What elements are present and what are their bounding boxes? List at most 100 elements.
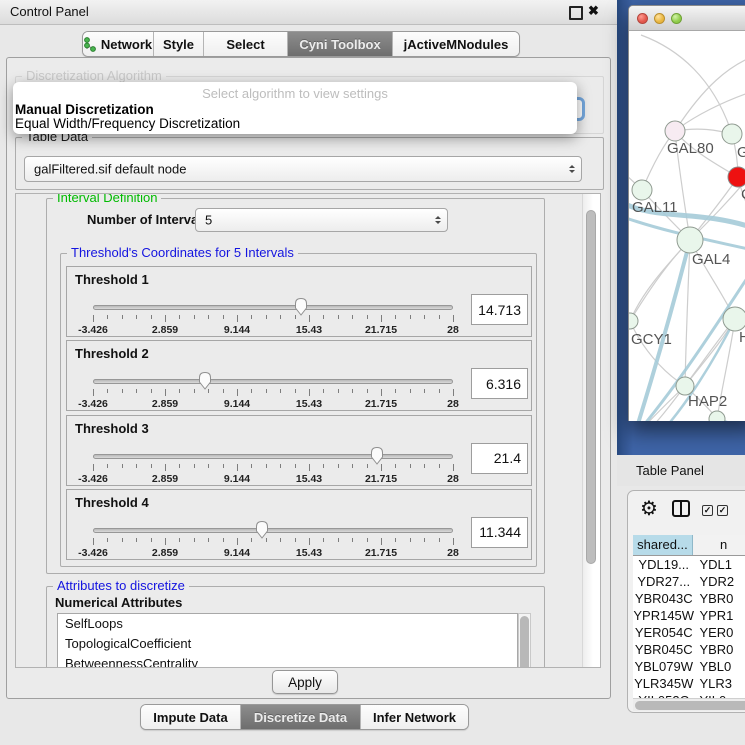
slider-track[interactable]: [93, 528, 453, 533]
horizontal-scrollbar-thumb[interactable]: [635, 701, 745, 710]
tab-label: Discretize Data: [254, 710, 347, 725]
network-node-gal80[interactable]: [665, 121, 685, 141]
algorithm-option[interactable]: Manual Discretization: [15, 102, 154, 117]
cell-shared-name: YBL079W: [633, 658, 694, 675]
threshold-slider[interactable]: -3.4262.8599.14415.4321.71528: [93, 448, 453, 484]
tick-mark: [323, 389, 324, 393]
threshold-value-input[interactable]: [471, 443, 528, 474]
settings-gear-icon[interactable]: ⚙: [640, 496, 658, 522]
tick-mark: [309, 464, 310, 471]
network-window-titlebar[interactable]: [629, 6, 745, 31]
table-row[interactable]: YPR145WYPR1: [633, 607, 745, 624]
zoom-traffic-light-icon[interactable]: [671, 13, 682, 24]
network-node-gal4[interactable]: [677, 227, 703, 253]
tick-label: -3.426: [68, 473, 118, 485]
tick-mark: [395, 538, 396, 542]
table-row[interactable]: YDL19...YDL1: [633, 556, 745, 573]
algorithm-option[interactable]: Equal Width/Frequency Discretization: [15, 116, 240, 131]
tab-network[interactable]: Network: [83, 32, 154, 56]
tick-mark: [439, 538, 440, 542]
table-row[interactable]: YLR345WYLR3: [633, 675, 745, 692]
threshold-slider[interactable]: -3.4262.8599.14415.4321.71528: [93, 373, 453, 409]
tab-cyni-toolbox[interactable]: Cyni Toolbox: [288, 32, 393, 56]
table-row[interactable]: YBR045CYBR0: [633, 641, 745, 658]
slider-track[interactable]: [93, 379, 453, 384]
cell-name: YDR2: [694, 573, 745, 590]
tick-mark: [194, 464, 195, 468]
column-header-shared[interactable]: shared...: [633, 535, 693, 555]
threshold-value-input[interactable]: [471, 517, 528, 548]
network-edge[interactable]: [641, 35, 732, 134]
attribute-list-item[interactable]: SelfLoops: [58, 614, 517, 634]
tick-mark: [352, 389, 353, 393]
tick-mark: [395, 315, 396, 319]
tick-mark: [251, 464, 252, 468]
threshold-value-input[interactable]: [471, 368, 528, 399]
tick-mark: [453, 389, 454, 396]
network-node-gal[interactable]: [722, 124, 742, 144]
tick-mark: [266, 315, 267, 319]
table-row[interactable]: YBR043CYBR0: [633, 590, 745, 607]
threshold-slider[interactable]: -3.4262.8599.14415.4321.71528: [93, 522, 453, 558]
num-intervals-combobox[interactable]: 5: [195, 208, 448, 232]
tab-infer-network[interactable]: Infer Network: [361, 705, 468, 729]
tab-style[interactable]: Style: [154, 32, 204, 56]
column-layout-icon[interactable]: [672, 500, 690, 517]
network-node-gcy1[interactable]: [629, 313, 638, 329]
tick-mark: [93, 389, 94, 396]
tab-impute-data[interactable]: Impute Data: [141, 705, 241, 729]
slider-thumb[interactable]: [370, 446, 384, 465]
float-window-icon[interactable]: [569, 6, 583, 20]
control-panel-titlebar: Control Panel ✖: [0, 0, 617, 25]
network-node-c[interactable]: [728, 167, 745, 187]
tab-discretize-data[interactable]: Discretize Data: [241, 705, 361, 729]
vertical-scrollbar-track[interactable]: [582, 194, 600, 667]
node-table[interactable]: shared... n YDL19...YDL1YDR27...YDR2YBR0…: [633, 535, 745, 698]
tick-mark: [323, 538, 324, 542]
numerical-attributes-list[interactable]: SelfLoopsTopologicalCoefficientBetweenne…: [57, 613, 518, 668]
slider-track[interactable]: [93, 305, 453, 310]
attribute-list-item[interactable]: BetweennessCentrality: [58, 654, 517, 668]
tick-mark: [367, 464, 368, 468]
tick-label: 28: [428, 473, 478, 485]
tab-select[interactable]: Select: [204, 32, 288, 56]
tick-mark: [179, 315, 180, 319]
close-traffic-light-icon[interactable]: [637, 13, 648, 24]
tick-mark: [208, 315, 209, 319]
cell-name: YLR3: [694, 675, 745, 692]
tab-jactivemnodules[interactable]: jActiveMNodules: [393, 32, 519, 56]
network-node-gal11[interactable]: [632, 180, 652, 200]
table-panel: ⚙ ✓ ✓ shared... n YDL19...YDL1YDR27...YDR2…: [627, 490, 745, 713]
apply-button[interactable]: Apply: [272, 670, 338, 694]
list-scrollbar[interactable]: [518, 613, 531, 668]
tick-label: 28: [428, 398, 478, 410]
horizontal-scrollbar-track[interactable]: [633, 698, 745, 711]
node-label: GAL: [737, 144, 745, 161]
table-row[interactable]: YBL079WYBL0: [633, 658, 745, 675]
attribute-list-item[interactable]: TopologicalCoefficient: [58, 634, 517, 654]
minimize-traffic-light-icon[interactable]: [654, 13, 665, 24]
tick-mark: [309, 389, 310, 396]
tick-mark: [410, 315, 411, 319]
checkbox-icon[interactable]: ✓: [717, 505, 728, 516]
slider-track[interactable]: [93, 454, 453, 459]
tick-label: 15.43: [284, 473, 334, 485]
network-edge[interactable]: [675, 56, 745, 131]
numerical-attributes-heading: Numerical Attributes: [55, 595, 182, 610]
slider-thumb[interactable]: [198, 371, 212, 390]
column-header-name[interactable]: n: [693, 535, 745, 555]
table-row[interactable]: YER054CYER0: [633, 624, 745, 641]
threshold-value-input[interactable]: [471, 294, 528, 325]
network-node-h[interactable]: [723, 307, 745, 331]
threshold-slider[interactable]: -3.4262.8599.14415.4321.71528: [93, 299, 453, 335]
slider-thumb[interactable]: [294, 297, 308, 316]
cell-name: YDL1: [694, 556, 745, 573]
checkbox-icon[interactable]: ✓: [702, 505, 713, 516]
slider-thumb[interactable]: [255, 520, 269, 539]
network-canvas[interactable]: GAL80GALCGAL11GAL4GCY1HHAP2: [629, 31, 745, 421]
close-icon[interactable]: ✖: [588, 3, 599, 19]
table-data-combobox[interactable]: galFiltered.sif default node: [24, 156, 582, 182]
table-row[interactable]: YDR27...YDR2: [633, 573, 745, 590]
vertical-scrollbar-thumb[interactable]: [586, 210, 596, 564]
stepper-arrows-icon: [435, 216, 441, 224]
